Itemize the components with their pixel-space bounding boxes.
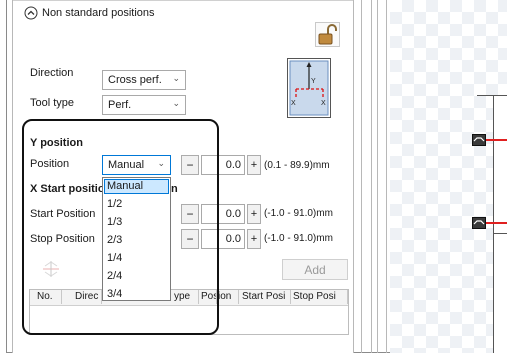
stop-position-range: (-1.0 - 91.0)mm: [264, 233, 333, 244]
lock-button[interactable]: [315, 22, 340, 47]
add-button[interactable]: Add: [282, 259, 348, 280]
unlocked-padlock-icon: [318, 24, 337, 45]
y-position-range: (0.1 - 89.9)mm: [264, 160, 330, 171]
start-position-range: (-1.0 - 91.0)mm: [264, 208, 333, 219]
perforation-tool-icon: [473, 220, 485, 225]
plus-label: +: [250, 233, 258, 245]
sheet-axis-icon: Y X X: [289, 60, 329, 116]
plus-label: +: [250, 208, 258, 220]
sheet-outline: [493, 95, 507, 353]
perforation-tool-icon: [473, 137, 485, 142]
direction-label: Direction: [30, 67, 74, 79]
y-position-increment-button[interactable]: +: [247, 155, 261, 175]
diagram-x-label-left: X: [291, 100, 296, 107]
add-button-label: Add: [304, 263, 326, 277]
perf-marker-2-line: [486, 222, 507, 224]
start-position-increment-button[interactable]: +: [247, 204, 261, 224]
column-header-stop-position[interactable]: Stop Posi: [291, 290, 348, 304]
annotation-highlight-box: [22, 119, 219, 335]
preview-canvas[interactable]: [390, 0, 507, 353]
stop-position-increment-button[interactable]: +: [247, 229, 261, 249]
column-header-position-tail[interactable]: ion: [217, 290, 239, 304]
sheet-top-rule: [477, 95, 507, 96]
perf-marker-2[interactable]: [472, 217, 486, 229]
chevron-down-icon: ⌄: [172, 98, 180, 108]
direction-select[interactable]: Cross perf. ⌄: [102, 70, 186, 90]
section-title: Non standard positions: [42, 7, 155, 19]
chevron-up-circle-icon: [24, 6, 38, 20]
chevron-down-icon: ⌄: [172, 73, 180, 83]
direction-value: Cross perf.: [108, 74, 162, 86]
diagram-y-label: Y: [311, 78, 316, 85]
tool-type-value: Perf.: [108, 99, 132, 111]
perf-marker-1-line: [486, 139, 507, 141]
plus-label: +: [250, 159, 258, 171]
direction-diagram: Y X X: [287, 58, 331, 118]
tool-type-select[interactable]: Perf. ⌄: [102, 95, 186, 115]
panel-top-rule: [13, 0, 353, 1]
sheet-rule-mark-lower: [493, 233, 507, 234]
diagram-x-label-right: X: [321, 100, 326, 107]
perf-marker-1[interactable]: [472, 134, 486, 146]
panel-splitter[interactable]: [355, 0, 387, 353]
tool-type-label: Tool type: [30, 97, 75, 109]
column-header-start-position[interactable]: Start Posi: [240, 290, 291, 304]
collapse-toggle-button[interactable]: [24, 6, 38, 20]
